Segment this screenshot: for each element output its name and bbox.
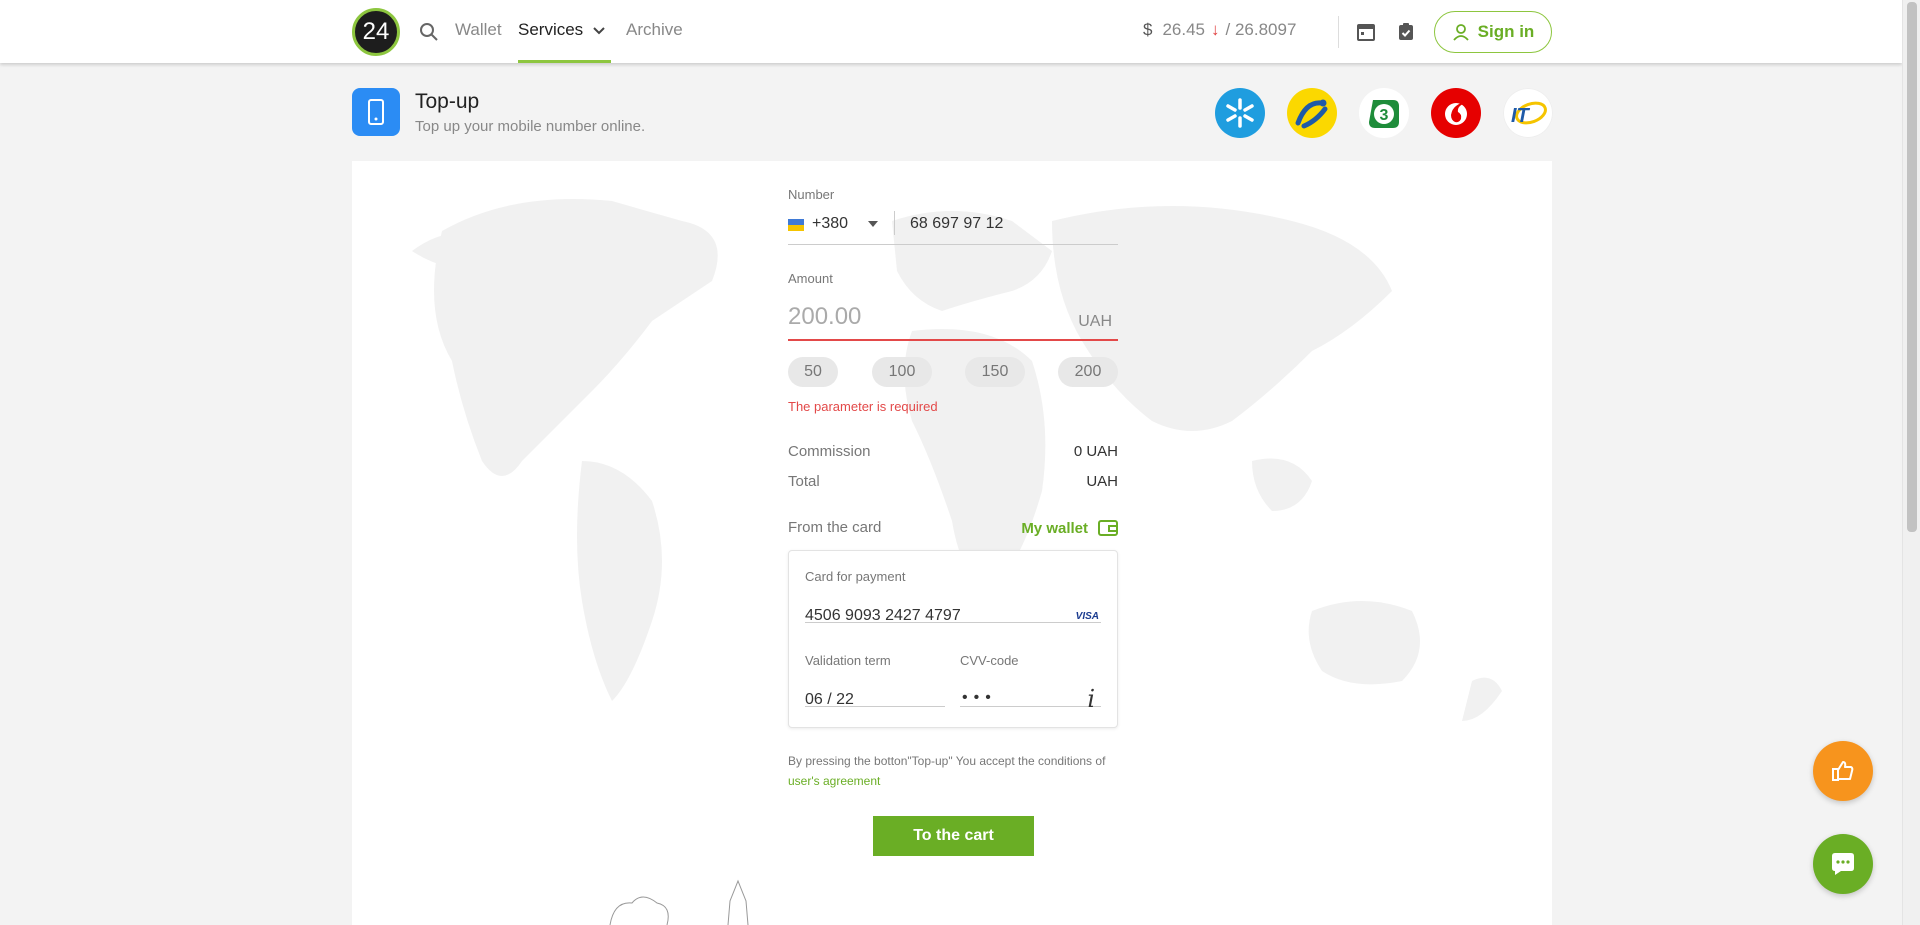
clipboard-check-icon[interactable] [1395,21,1417,43]
page-subtitle: Top up your mobile number online. [415,118,646,135]
chevron-down-icon[interactable] [590,22,608,40]
svg-text:IT: IT [1511,105,1531,127]
validation-input[interactable]: 06 / 22 [805,691,854,709]
commission-value: 0 UAH [1073,443,1118,460]
exchange-rate: $26.45 ↓ / 26.8097 [1143,20,1296,40]
page-title: Top-up [415,90,480,113]
commission-label: Commission [788,443,871,460]
visa-icon: VISA [1075,611,1099,622]
card-number-input[interactable]: 4506 9093 2427 4797 [805,607,961,625]
rate-buy: 26.45 [1162,20,1206,39]
info-icon[interactable]: i [1087,685,1095,713]
phone-divider [894,211,895,235]
terms-text: By pressing the botton"Top-up" You accep… [788,751,1118,791]
logo[interactable]: 24 [352,8,400,56]
search-icon[interactable] [417,20,441,44]
ukraine-flag-icon [788,219,804,231]
quick-amount-150[interactable]: 150 [965,357,1025,387]
dollar-icon: $ [1143,20,1153,39]
3mob-icon[interactable]: 3 [1359,88,1409,138]
sign-in-label: Sign in [1477,22,1535,41]
number-label: Number [788,187,835,202]
rate-sell: / 26.8097 [1225,20,1297,39]
top-header: 24 Wallet Services Archive $26.45 ↓ / 26.8… [0,0,1902,63]
to-cart-button[interactable]: To the cart [873,816,1034,856]
cvv-input[interactable]: ••• [962,689,997,707]
my-wallet-label: My wallet [1021,519,1088,537]
page-scrollbar[interactable] [1902,0,1920,925]
header-divider [1338,16,1339,48]
nav-wallet[interactable]: Wallet [455,20,502,40]
country-code[interactable]: +380 [812,215,848,233]
caret-down-icon[interactable] [866,217,880,231]
calendar-icon[interactable] [1355,21,1377,43]
nav-archive[interactable]: Archive [626,20,683,40]
thumbs-up-icon [1832,761,1854,781]
svg-text:3: 3 [1380,107,1389,124]
phone-field: +380 68 697 97 12 [788,209,1118,245]
vodafone-icon[interactable] [1431,88,1481,138]
user-icon [1452,24,1469,41]
nav-services[interactable]: Services [518,20,583,40]
total-value: UAH [1086,473,1118,490]
main-card: Number +380 68 697 97 12 Amount 200.00 U… [352,161,1552,925]
amount-currency: UAH [1078,313,1112,330]
quick-amount-100[interactable]: 100 [872,357,932,387]
sign-in-button[interactable]: Sign in [1434,11,1552,53]
arrow-down-icon: ↓ [1211,20,1220,39]
card-number-field[interactable]: 4506 9093 2427 4797 VISA [805,579,1101,625]
phone-number-input[interactable]: 68 697 97 12 [910,215,1003,233]
scrollbar-thumb[interactable] [1907,2,1917,532]
illustration [609,879,749,925]
world-map-background [412,199,1502,925]
card-payment-form: Card for payment 4506 9093 2427 4797 VIS… [788,550,1118,728]
lifecell-icon[interactable] [1287,88,1337,138]
amount-error: The parameter is required [788,399,938,414]
amount-field[interactable]: 200.00 UAH [788,293,1118,341]
amount-input[interactable]: 200.00 [788,303,861,331]
chat-button[interactable] [1813,834,1873,894]
amount-label: Amount [788,271,833,286]
mobile-phone-icon [352,88,400,136]
intertelecom-icon[interactable]: IT [1503,88,1553,138]
total-label: Total [788,473,820,490]
kyivstar-icon[interactable] [1215,88,1265,138]
wallet-icon [1098,520,1118,536]
logo-text: 24 [362,18,390,45]
feedback-button[interactable] [1813,741,1873,801]
validation-field[interactable]: 06 / 22 [805,663,945,709]
from-card-label: From the card [788,519,882,536]
quick-amount-50[interactable]: 50 [788,357,838,387]
active-tab-indicator [518,60,611,63]
terms-body: By pressing the botton"Top-up" You accep… [788,754,1106,768]
chat-bubble-icon [1832,853,1854,875]
my-wallet-link[interactable]: My wallet [1021,519,1118,537]
cvv-field[interactable]: ••• i [960,663,1101,713]
user-agreement-link[interactable]: user's agreement [788,774,880,788]
quick-amount-200[interactable]: 200 [1058,357,1118,387]
